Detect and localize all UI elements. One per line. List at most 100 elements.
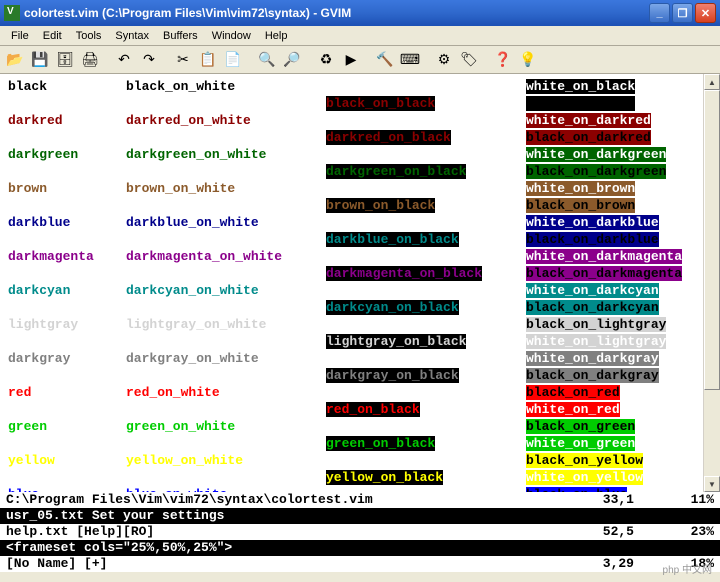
help-button[interactable]: ❓ — [492, 49, 514, 71]
menu-syntax[interactable]: Syntax — [108, 28, 156, 44]
color-on-white: red_on_white — [126, 384, 326, 401]
color-black-on: black_on_darkgray — [526, 368, 659, 383]
color-white-on: black_on_lightgray — [526, 317, 666, 332]
color-on-white: darkblue_on_white — [126, 214, 326, 231]
cut-button[interactable]: ✂ — [172, 49, 194, 71]
status-left: C:\Program Files\Vim\vim72\syntax\colort… — [6, 492, 574, 508]
color-black-on: black_on_darkcyan — [526, 300, 659, 315]
menu-edit[interactable]: Edit — [36, 28, 69, 44]
undo-button[interactable]: ↶ — [113, 49, 135, 71]
watermark: php 中文网 — [663, 561, 712, 576]
scroll-thumb[interactable] — [704, 90, 720, 390]
color-name: darkmagenta — [8, 248, 126, 265]
color-name: darkblue — [8, 214, 126, 231]
window-title: colortest.vim (C:\Program Files\Vim\vim7… — [24, 6, 649, 20]
color-on-white: black_on_white — [126, 78, 326, 95]
menu-window[interactable]: Window — [205, 28, 258, 44]
status-line: [No Name] [+]3,2918% — [0, 556, 720, 572]
color-name: green — [8, 418, 126, 435]
color-on-white: blue_on_white — [126, 486, 326, 492]
window-buttons: _ ❐ ✕ — [649, 3, 716, 23]
redo-button[interactable]: ↷ — [138, 49, 160, 71]
run-button[interactable]: ▶ — [340, 49, 362, 71]
menu-help[interactable]: Help — [258, 28, 295, 44]
status-left: [No Name] [+] — [6, 556, 574, 572]
scroll-up-button[interactable]: ▲ — [704, 74, 720, 90]
status-percent — [634, 540, 714, 556]
findhelp-button[interactable]: 💡 — [517, 49, 539, 71]
color-on-black: darkred_on_black — [326, 130, 451, 145]
print-button[interactable]: 🖨 — [79, 49, 101, 71]
editor-area[interactable]: blackblack_on_whitewhite_on_blackblack_o… — [0, 74, 720, 492]
status-position — [574, 508, 634, 524]
color-name: darkgreen — [8, 146, 126, 163]
color-on-black: black_on_black — [326, 96, 435, 111]
titlebar: colortest.vim (C:\Program Files\Vim\vim7… — [0, 0, 720, 26]
open-button[interactable]: 📂 — [4, 49, 26, 71]
findnext-button[interactable]: 🔎 — [281, 49, 303, 71]
status-line: <frameset cols="25%,50%,25%"> — [0, 540, 720, 556]
status-position: 33,1 — [574, 492, 634, 508]
color-name: darkgray — [8, 350, 126, 367]
tags-button[interactable]: 🏷 — [458, 49, 480, 71]
status-area: C:\Program Files\Vim\vim72\syntax\colort… — [0, 492, 720, 572]
color-white-on: black_on_green — [526, 419, 635, 434]
color-name: darkred — [8, 112, 126, 129]
color-on-white: darkgray_on_white — [126, 350, 326, 367]
menu-tools[interactable]: Tools — [69, 28, 109, 44]
color-name: red — [8, 384, 126, 401]
color-name: brown — [8, 180, 126, 197]
status-left: <frameset cols="25%,50%,25%"> — [6, 540, 574, 556]
scroll-down-button[interactable]: ▼ — [704, 476, 720, 492]
status-percent — [634, 508, 714, 524]
maximize-button[interactable]: ❐ — [672, 3, 693, 23]
status-line: help.txt [Help][RO]52,523% — [0, 524, 720, 540]
status-left: usr_05.txt Set your settings — [6, 508, 574, 524]
status-line: C:\Program Files\Vim\vim72\syntax\colort… — [0, 492, 720, 508]
find-button[interactable]: 🔍 — [256, 49, 278, 71]
color-black-on: white_on_green — [526, 436, 635, 451]
menu-buffers[interactable]: Buffers — [156, 28, 205, 44]
color-on-white: darkred_on_white — [126, 112, 326, 129]
color-on-black: darkblue_on_black — [326, 232, 459, 247]
toolbar: 📂💾🗄🖨 ↶↷ ✂📋📄 🔍🔎 ♻▶ 🔨⌨ ⚙🏷 ❓💡 — [0, 46, 720, 74]
color-black-on: white_on_red — [526, 402, 620, 417]
paste-button[interactable]: 📄 — [222, 49, 244, 71]
color-black-on: black_on_darkmagenta — [526, 266, 682, 281]
color-white-on: white_on_darkmagenta — [526, 249, 682, 264]
menu-file[interactable]: File — [4, 28, 36, 44]
build-button[interactable]: 🔨 — [374, 49, 396, 71]
status-position: 52,5 — [574, 524, 634, 540]
copy-button[interactable]: 📋 — [197, 49, 219, 71]
color-on-white: yellow_on_white — [126, 452, 326, 469]
make-button[interactable]: ⚙ — [433, 49, 455, 71]
color-black-on: white_on_yellow — [526, 470, 643, 485]
vertical-scrollbar[interactable]: ▲ ▼ — [703, 74, 720, 492]
color-on-black: darkgreen_on_black — [326, 164, 466, 179]
color-on-black: yellow_on_black — [326, 470, 443, 485]
color-white-on: white_on_darkred — [526, 113, 651, 128]
save-button[interactable]: 💾 — [29, 49, 51, 71]
status-position — [574, 540, 634, 556]
minimize-button[interactable]: _ — [649, 3, 670, 23]
status-percent: 23% — [634, 524, 714, 540]
color-black-on: black_on_darkred — [526, 130, 651, 145]
color-white-on: white_on_brown — [526, 181, 635, 196]
color-black-on: black_on_darkgreen — [526, 164, 666, 179]
color-black-on: black_on_brown — [526, 198, 635, 213]
shell-button[interactable]: ⌨ — [399, 49, 421, 71]
status-left: help.txt [Help][RO] — [6, 524, 574, 540]
menubar: FileEditToolsSyntaxBuffersWindowHelp — [0, 26, 720, 46]
color-on-white: darkgreen_on_white — [126, 146, 326, 163]
replace-button[interactable]: ♻ — [315, 49, 337, 71]
color-on-white: green_on_white — [126, 418, 326, 435]
close-button[interactable]: ✕ — [695, 3, 716, 23]
color-black-on: white_on_lightgray — [526, 334, 666, 349]
saveall-button[interactable]: 🗄 — [54, 49, 76, 71]
color-white-on: white_on_darkgreen — [526, 147, 666, 162]
color-white-on: white_on_darkblue — [526, 215, 659, 230]
color-white-on: black_on_red — [526, 385, 620, 400]
color-black-on: black_on_black — [526, 96, 635, 111]
color-on-white: darkmagenta_on_white — [126, 248, 326, 265]
color-on-black: darkgray_on_black — [326, 368, 459, 383]
